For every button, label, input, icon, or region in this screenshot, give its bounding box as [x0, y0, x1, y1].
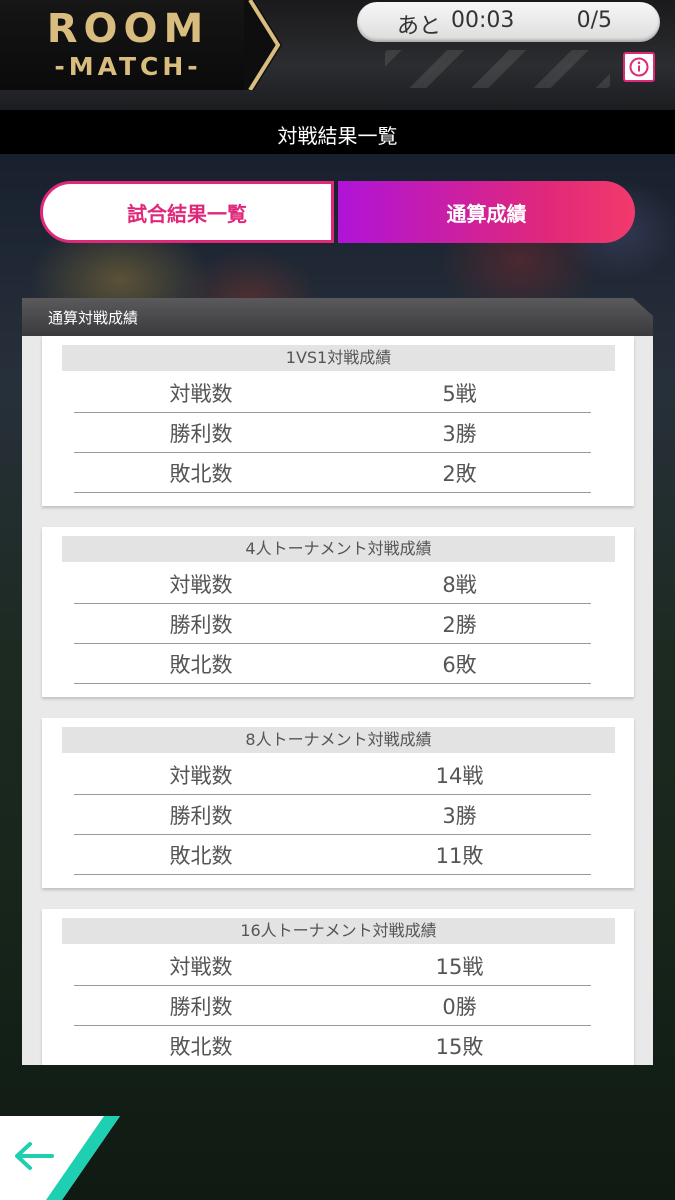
stat-row: 敗北数 6敗	[74, 643, 591, 684]
logo-subtitle: -MATCH-	[54, 52, 202, 81]
stat-label: 勝利数	[169, 613, 233, 637]
stat-value: 2敗	[442, 462, 477, 486]
back-arrow-icon	[0, 1116, 120, 1200]
stats-scroll-area[interactable]: 1VS1対戦成績 対戦数 5戦 勝利数 3勝 敗北数 2敗 4人トーナメント対戦…	[22, 336, 653, 1065]
info-button[interactable]	[623, 52, 655, 82]
stat-row: 敗北数 2敗	[74, 452, 591, 493]
stat-label: 敗北数	[169, 653, 233, 677]
stats-card-1vs1: 1VS1対戦成績 対戦数 5戦 勝利数 3勝 敗北数 2敗	[42, 336, 634, 506]
tab-match-results[interactable]: 試合結果一覧	[40, 181, 334, 243]
stat-row: 敗北数 11敗	[74, 834, 591, 875]
stat-value: 5戦	[442, 382, 477, 406]
logo-title: ROOM	[46, 6, 210, 52]
stat-label: 敗北数	[169, 1035, 233, 1059]
stats-card-title: 4人トーナメント対戦成績	[62, 536, 615, 562]
stat-label: 勝利数	[169, 995, 233, 1019]
stat-row: 対戦数 5戦	[74, 372, 591, 413]
stat-row: 対戦数 8戦	[74, 563, 591, 604]
stat-value: 15敗	[435, 1035, 484, 1059]
logo-chevron-decoration	[244, 0, 282, 90]
stat-row: 勝利数 2勝	[74, 603, 591, 644]
stat-label: 敗北数	[169, 462, 233, 486]
stat-value: 3勝	[442, 804, 477, 828]
page-title-bar: 対戦結果一覧	[0, 110, 675, 154]
tab-total-record[interactable]: 通算成績	[338, 181, 635, 243]
stat-label: 対戦数	[169, 955, 233, 979]
stat-row: 勝利数 0勝	[74, 985, 591, 1026]
stats-card-16-tournament: 16人トーナメント対戦成績 対戦数 15戦 勝利数 0勝 敗北数 15敗	[42, 909, 634, 1065]
stat-label: 対戦数	[169, 382, 233, 406]
stat-value: 14戦	[435, 764, 484, 788]
stat-value: 11敗	[435, 844, 484, 868]
stat-value: 15戦	[435, 955, 484, 979]
stat-row: 敗北数 15敗	[74, 1025, 591, 1065]
stat-row: 勝利数 3勝	[74, 412, 591, 453]
stats-card-title: 8人トーナメント対戦成績	[62, 727, 615, 753]
page-title: 対戦結果一覧	[277, 124, 398, 148]
timer-pill: あと 00:03 0/5	[357, 2, 660, 42]
stats-card-title: 1VS1対戦成績	[62, 345, 615, 371]
stats-card-title: 16人トーナメント対戦成績	[62, 918, 615, 944]
header-decoration-stripes	[385, 50, 610, 88]
stat-label: 勝利数	[169, 804, 233, 828]
stat-value: 6敗	[442, 653, 477, 677]
tab-match-results-label: 試合結果一覧	[127, 201, 247, 226]
match-count: 0/5	[576, 8, 612, 33]
stat-label: 対戦数	[169, 764, 233, 788]
stat-row: 対戦数 14戦	[74, 754, 591, 795]
stat-row: 勝利数 3勝	[74, 794, 591, 835]
room-match-logo: ROOM -MATCH-	[0, 0, 252, 90]
stat-value: 0勝	[442, 995, 477, 1019]
timer-value: 00:03	[451, 8, 515, 33]
stat-label: 敗北数	[169, 844, 233, 868]
header-bar: ROOM -MATCH- あと 00:03 0/5	[0, 0, 675, 110]
stats-section-header: 通算対戦成績	[22, 298, 653, 336]
timer-label: あと	[397, 14, 442, 39]
stat-row: 対戦数 15戦	[74, 945, 591, 986]
stat-value: 2勝	[442, 613, 477, 637]
stat-label: 勝利数	[169, 422, 233, 446]
stat-value: 3勝	[442, 422, 477, 446]
stats-card-8-tournament: 8人トーナメント対戦成績 対戦数 14戦 勝利数 3勝 敗北数 11敗	[42, 718, 634, 888]
stat-value: 8戦	[442, 573, 477, 597]
stats-section-title: 通算対戦成績	[48, 309, 139, 327]
stats-card-4-tournament: 4人トーナメント対戦成績 対戦数 8戦 勝利数 2勝 敗北数 6敗	[42, 527, 634, 697]
back-button[interactable]	[0, 1116, 122, 1200]
stat-label: 対戦数	[169, 573, 233, 597]
tab-total-record-label: 通算成績	[446, 201, 527, 226]
info-icon	[629, 57, 649, 77]
